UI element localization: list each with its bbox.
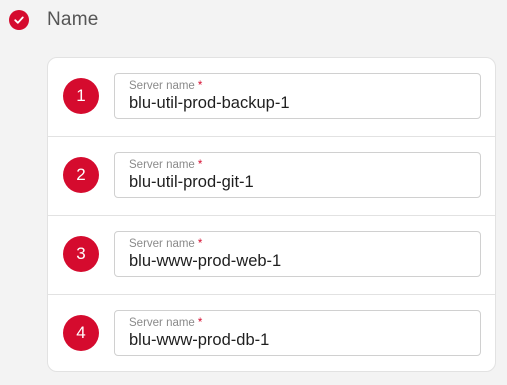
server-row: 2 Server name * [48, 137, 495, 216]
server-name-input[interactable] [129, 94, 469, 113]
field-label-text: Server name [129, 317, 195, 329]
server-name-input[interactable] [129, 252, 469, 271]
server-name-field[interactable]: Server name * [114, 231, 481, 277]
field-label-text: Server name [129, 80, 195, 92]
server-row: 1 Server name * [48, 58, 495, 137]
server-number-badge: 3 [63, 236, 99, 272]
server-number-badge: 2 [63, 157, 99, 193]
required-mark: * [197, 238, 203, 250]
server-name-field[interactable]: Server name * [114, 310, 481, 356]
field-label: Server name * [129, 317, 202, 329]
server-list-card: 1 Server name* 2 Server name* 3 Server n… [47, 57, 496, 372]
required-mark: * [197, 80, 203, 92]
section-header: Name [9, 8, 98, 32]
required-mark: * [197, 159, 203, 171]
field-label: Server name * [129, 80, 202, 92]
server-row: 4 Server name * [48, 295, 495, 371]
server-row: 3 Server name * [48, 216, 495, 295]
field-label: Server name * [129, 159, 202, 171]
section-title: Name [47, 9, 99, 30]
server-name-input[interactable] [129, 331, 469, 350]
server-name-step: Name 1 Server name* 2 Server name* 3 Ser… [0, 0, 507, 385]
server-number-badge: 4 [63, 315, 99, 351]
required-mark: * [197, 317, 203, 329]
server-number-badge: 1 [63, 78, 99, 114]
field-label-text: Server name [129, 159, 195, 171]
server-name-input[interactable] [129, 173, 469, 192]
server-name-field[interactable]: Server name * [114, 152, 481, 198]
field-label: Server name * [129, 238, 202, 250]
field-label-text: Server name [129, 238, 195, 250]
check-circle-icon [9, 10, 29, 30]
server-name-field[interactable]: Server name * [114, 73, 481, 119]
